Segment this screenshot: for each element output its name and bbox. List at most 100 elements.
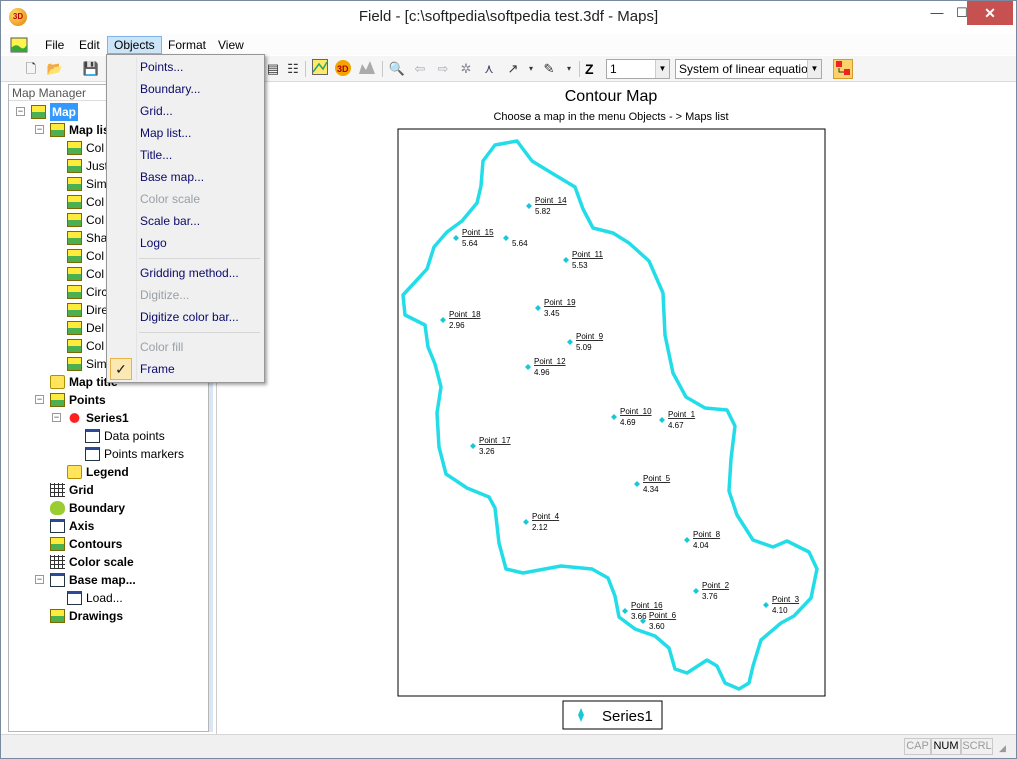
arrow-left-icon[interactable]: ⇦: [410, 59, 430, 79]
menu-item-gridding-method[interactable]: Gridding method...: [109, 263, 262, 284]
menu-item-points[interactable]: Points...: [109, 57, 262, 78]
tree-expander-icon[interactable]: −: [35, 125, 44, 134]
view-3d-icon[interactable]: 3D: [333, 59, 353, 79]
status-num: NUM: [931, 738, 961, 755]
map-icon: [67, 231, 82, 245]
tree-item-label: Contours: [69, 537, 123, 551]
map-2d-icon[interactable]: [310, 59, 330, 79]
save-icon[interactable]: 💾: [81, 59, 101, 79]
data-point-marker: [470, 443, 476, 449]
folder-icon: [50, 375, 65, 389]
menu-view[interactable]: View: [211, 36, 251, 54]
data-point-marker: [563, 257, 569, 263]
point-value-label: 4.69: [620, 418, 636, 427]
zoom-icon[interactable]: 🔍: [387, 59, 407, 79]
svg-text:3D: 3D: [337, 64, 349, 74]
data-point-marker: [525, 364, 531, 370]
menu-item-scale-bar[interactable]: Scale bar...: [109, 211, 262, 232]
grid-settings-icon[interactable]: [833, 59, 853, 79]
menu-item-color-fill[interactable]: Color fill: [109, 337, 262, 358]
data-point-marker: [659, 417, 665, 423]
tree-item-label: Just: [86, 159, 109, 173]
point-name-label: Point_10: [620, 407, 652, 416]
tree-item-label: Circ: [86, 285, 108, 299]
menu-item-frame[interactable]: Frame: [109, 359, 262, 380]
menu-item-grid[interactable]: Grid...: [109, 101, 262, 122]
tree-item-label: Sim: [86, 357, 107, 371]
tree-expander-icon[interactable]: −: [52, 413, 61, 422]
chevron-down-icon[interactable]: ▾: [521, 59, 541, 79]
arrow-right-icon[interactable]: ⇨: [433, 59, 453, 79]
chevron-down-icon[interactable]: ▼: [655, 60, 669, 78]
menu-item-map-list[interactable]: Map list...: [109, 123, 262, 144]
menu-file[interactable]: File: [38, 36, 71, 54]
map-icon: [67, 177, 82, 191]
surface-icon[interactable]: [357, 59, 377, 79]
point-value-label: 5.82: [535, 207, 551, 216]
map-canvas: Contour Map Choose a map in the menu Obj…: [216, 83, 1016, 734]
point-name-label: Point_15: [462, 228, 494, 237]
point-value-label: 3.60: [649, 622, 665, 631]
point-value-label: 2.12: [532, 523, 548, 532]
document-icon: [85, 447, 100, 461]
chevron-down-icon[interactable]: ▾: [559, 59, 579, 79]
tree-expander-icon[interactable]: −: [35, 575, 44, 584]
map-icon: [31, 105, 46, 119]
tree-view-icon[interactable]: ▤: [263, 59, 283, 79]
minimize-button[interactable]: —: [923, 1, 951, 25]
solver-select[interactable]: System of linear equatio ▼: [675, 59, 822, 79]
data-point-marker: [440, 317, 446, 323]
point-name-label: Point_11: [572, 250, 604, 259]
map-icon: [67, 285, 82, 299]
menu-item-color-scale[interactable]: Color scale: [109, 189, 262, 210]
tree-item-label: Col: [86, 249, 105, 263]
menu-item-title[interactable]: Title...: [109, 145, 262, 166]
point-name-label: Point_17: [479, 436, 511, 445]
document-icon: [85, 429, 100, 443]
menu-item-base-map[interactable]: Base map...: [109, 167, 262, 188]
data-point-marker: [684, 537, 690, 543]
tools-icon[interactable]: ✲: [456, 59, 476, 79]
resize-grip-icon[interactable]: ◢: [999, 743, 1006, 754]
window-title: Field - [c:\softpedia\softpedia test.3df…: [358, 8, 659, 25]
menu-edit[interactable]: Edit: [72, 36, 107, 54]
fit-icon[interactable]: ⋏: [479, 59, 499, 79]
menu-format[interactable]: Format: [161, 36, 213, 54]
menu-objects[interactable]: Objects: [107, 36, 162, 54]
pen-icon[interactable]: ✎: [539, 59, 559, 79]
list-view-icon[interactable]: ☷: [283, 59, 303, 79]
line-draw-icon[interactable]: ↗: [503, 59, 523, 79]
tree-item-label: Col: [86, 267, 105, 281]
axis-icon: [50, 519, 65, 533]
menu-item-digitize[interactable]: Digitize...: [109, 285, 262, 306]
tree-expander-icon[interactable]: −: [16, 107, 25, 116]
menu-item-boundary[interactable]: Boundary...: [109, 79, 262, 100]
close-button[interactable]: ✕: [967, 1, 1013, 25]
chevron-down-icon[interactable]: ▼: [807, 60, 821, 78]
data-point-marker: [535, 305, 541, 311]
data-point-marker: [634, 481, 640, 487]
map-icon: [67, 195, 82, 209]
tree-item-label: Del: [86, 321, 105, 335]
contour-map: Contour Map Choose a map in the menu Obj…: [397, 88, 826, 730]
point-name-label: Point_19: [544, 298, 576, 307]
map-icon[interactable]: [9, 36, 28, 54]
map-icon: [67, 141, 82, 155]
tree-item-label: Col: [86, 339, 105, 353]
new-file-icon[interactable]: 🗋: [21, 59, 41, 79]
map-title: Contour Map: [565, 88, 658, 105]
toolbar-separator: [305, 61, 306, 77]
document-icon: [50, 573, 65, 587]
tree-expander-icon[interactable]: −: [35, 395, 44, 404]
grid-icon: [50, 483, 65, 497]
point-name-label: Point_1: [668, 410, 696, 419]
z-level-select[interactable]: 1 ▼: [606, 59, 670, 79]
menu-item-logo[interactable]: Logo: [109, 233, 262, 254]
document-icon: [67, 591, 82, 605]
open-folder-icon[interactable]: 📂: [45, 59, 65, 79]
data-point-marker: [567, 339, 573, 345]
point-name-label: Point_4: [532, 512, 560, 521]
menu-item-digitize-color-bar[interactable]: Digitize color bar...: [109, 307, 262, 328]
map-icon: [50, 393, 65, 407]
folder-icon: [67, 465, 82, 479]
